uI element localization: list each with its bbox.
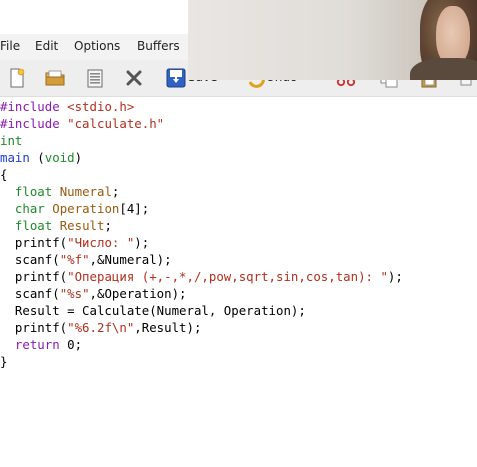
code-line-11: printf("Операция (+,-,*,/,pow,sqrt,sin,c… bbox=[0, 269, 403, 284]
menu-buffers[interactable]: Buffers bbox=[137, 39, 180, 53]
code-line-9: printf("Число: "); bbox=[0, 235, 150, 250]
code-line-10: scanf("%f",&Numeral); bbox=[0, 252, 172, 267]
close-icon[interactable] bbox=[123, 67, 145, 89]
webcam-person-shoulder bbox=[410, 58, 477, 80]
code-editor[interactable]: #include <stdio.h> #include "calculate.h… bbox=[0, 97, 477, 467]
code-line-12: scanf("%s",&Operation); bbox=[0, 286, 187, 301]
code-line-2: #include "calculate.h" bbox=[0, 116, 165, 131]
code-line-1: #include <stdio.h> bbox=[0, 99, 135, 114]
emacs-window: File Edit Options Buffers #include <stdi… bbox=[0, 0, 477, 467]
new-file-icon[interactable] bbox=[6, 67, 28, 89]
code-line-13: Result = Calculate(Numeral, Operation); bbox=[0, 303, 306, 318]
code-line-6: float Numeral; bbox=[14, 184, 120, 199]
code-line-8: float Result; bbox=[14, 218, 112, 233]
code-line-3: int bbox=[0, 133, 23, 148]
code-line-14: printf("%6.2f\n",Result); bbox=[0, 320, 202, 335]
save-icon[interactable] bbox=[165, 67, 187, 89]
open-folder-icon[interactable] bbox=[44, 67, 66, 89]
code-line-7: char Operation[4]; bbox=[14, 201, 150, 216]
menu-edit[interactable]: Edit bbox=[35, 39, 58, 53]
code-line-5: { bbox=[0, 167, 8, 182]
menu-file[interactable]: File bbox=[0, 39, 20, 53]
webcam-overlay bbox=[188, 0, 477, 80]
code-line-15: return 0; bbox=[14, 337, 83, 352]
dired-icon[interactable] bbox=[84, 67, 106, 89]
webcam-person-face bbox=[436, 6, 470, 66]
menu-options[interactable]: Options bbox=[74, 39, 120, 53]
code-line-4: main (void) bbox=[0, 150, 83, 165]
code-line-16: } bbox=[0, 354, 8, 369]
